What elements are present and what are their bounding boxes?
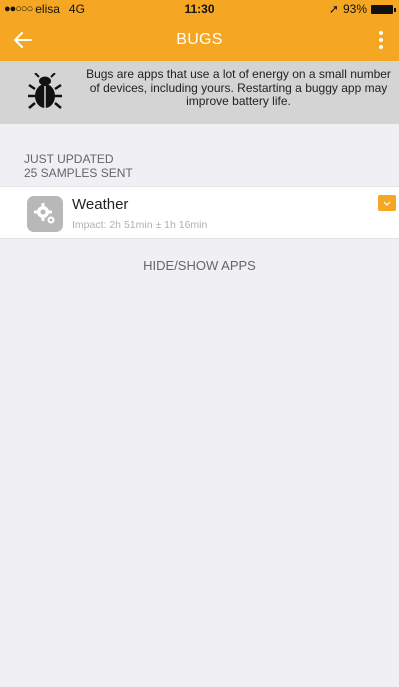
menu-dot xyxy=(379,38,383,42)
page-title: BUGS xyxy=(176,31,223,48)
menu-dot xyxy=(379,45,383,49)
info-banner: Bugs are apps that use a lot of energy o… xyxy=(0,61,399,124)
app-icon xyxy=(27,196,63,232)
menu-dot xyxy=(379,31,383,35)
app-impact: Impact: 2h 51min ± 1h 16min xyxy=(72,219,208,231)
update-status: JUST UPDATED xyxy=(24,152,114,166)
nav-bar: BUGS xyxy=(0,19,399,61)
bug-icon xyxy=(28,73,62,109)
status-bar: ●●○○○ elisa 4G 11:30 ➚ 93% xyxy=(0,0,399,19)
battery-percent: 93% xyxy=(342,2,367,16)
chevron-down-icon xyxy=(383,201,391,206)
list-item[interactable]: Weather Impact: 2h 51min ± 1h 16min xyxy=(0,186,399,239)
banner-text: Bugs are apps that use a lot of energy o… xyxy=(86,67,391,108)
location-icon: ➚ xyxy=(328,2,339,16)
app-name: Weather xyxy=(72,196,129,213)
samples-sent: 25 SAMPLES SENT xyxy=(24,166,133,180)
status-right: ➚ 93% xyxy=(328,2,396,16)
hide-show-apps-button[interactable]: HIDE/SHOW APPS xyxy=(0,258,399,273)
gears-icon xyxy=(34,203,55,224)
battery-icon xyxy=(371,4,396,14)
expand-button[interactable] xyxy=(378,195,396,211)
more-menu-button[interactable] xyxy=(373,28,389,52)
section-header: JUST UPDATED 25 SAMPLES SENT xyxy=(24,152,133,180)
